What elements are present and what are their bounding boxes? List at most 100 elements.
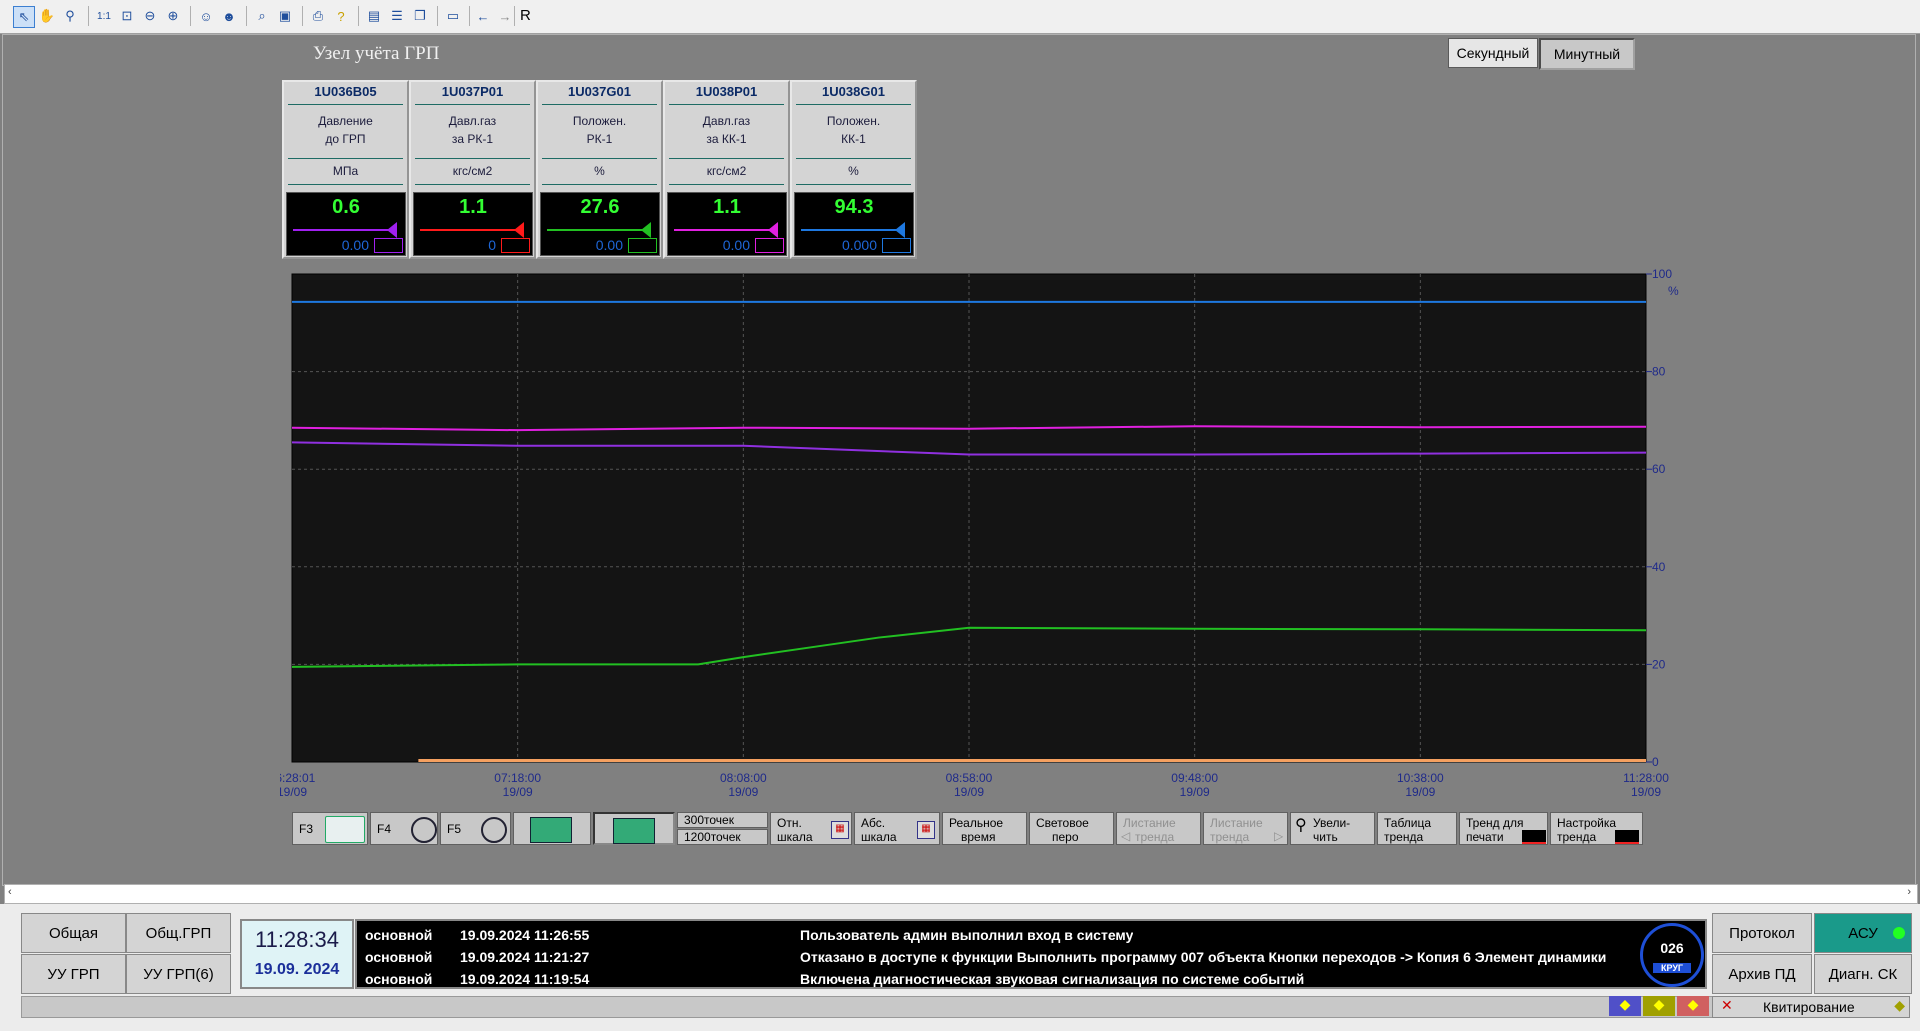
real-time-button[interactable]: Реальное время <box>942 812 1027 845</box>
marker-arrow-icon <box>895 222 905 238</box>
trend-table-label-2: тренда <box>1384 830 1424 844</box>
binoculars-icon[interactable]: ⌕ <box>252 6 272 26</box>
x-tick-date: 19/09 <box>954 785 984 799</box>
light-pen-button[interactable]: Световое перо <box>1029 812 1114 845</box>
help-icon[interactable]: ? <box>331 6 351 26</box>
sensor-value: 1.1 <box>713 196 741 218</box>
nav-uu-grp-button[interactable]: УУ ГРП <box>21 954 126 994</box>
sensor-card[interactable]: 1U037G01 Положен. РК-1 % 27.6 0.00 <box>536 80 663 259</box>
zoom-out-icon[interactable]: ⊖ <box>140 6 160 26</box>
y-tick-label: 0 <box>1652 755 1659 769</box>
trend-mini-icon[interactable] <box>501 238 530 253</box>
users-icon[interactable]: ☺ <box>196 6 216 26</box>
f5-button[interactable]: F5 <box>440 812 511 845</box>
sensor-tag: 1U037G01 <box>568 84 631 99</box>
sensor-description: Давление до ГРП <box>318 114 373 146</box>
sound-icon[interactable]: ◆ <box>1643 996 1675 1016</box>
trend-mini-icon[interactable] <box>628 238 657 253</box>
krug-value: 026 <box>1660 940 1684 956</box>
sensor-card[interactable]: 1U038P01 Давл.газ за КК-1 кгс/см2 1.1 0.0… <box>663 80 790 259</box>
horizontal-scrollbar[interactable]: ‹ › <box>4 884 1918 904</box>
clock-date: 19.09. 2024 <box>254 961 340 978</box>
sensor-card[interactable]: 1U037P01 Давл.газ за РК-1 кгс/см2 1.1 0 <box>409 80 536 259</box>
pointer-icon[interactable]: ⇖ <box>13 6 35 28</box>
sound-icon[interactable]: ◆ <box>1609 996 1641 1016</box>
trend-mini-icon[interactable] <box>755 238 784 253</box>
sensor-unit: кгс/см2 <box>706 164 747 178</box>
absolute-scale-button[interactable]: Абс. шкала ▦ <box>854 812 940 845</box>
windows-icon[interactable]: ❐ <box>410 6 430 26</box>
protocol-button[interactable]: Протокол <box>1712 913 1812 953</box>
trend-table-button[interactable]: Таблица тренда <box>1377 812 1457 845</box>
sensor-display: 1.1 0 <box>413 192 533 256</box>
print-trend-label-2: печати <box>1466 830 1504 844</box>
trend-view-button-2[interactable] <box>593 812 675 845</box>
asu-label: АСУ <box>1848 924 1878 942</box>
nav-general-button[interactable]: Общая <box>21 913 126 953</box>
trend-window-icon <box>530 817 572 843</box>
r-button[interactable]: R <box>520 7 531 24</box>
window-icon[interactable]: ▣ <box>275 6 295 26</box>
scroll-left-icon[interactable]: ‹ <box>8 886 12 898</box>
seconds-mode-button[interactable]: Секундный <box>1448 38 1538 68</box>
x-tick-label: 08:08:00 <box>720 771 767 785</box>
f4-button[interactable]: F4 <box>370 812 438 845</box>
x-tick-label: 10:38:00 <box>1397 771 1444 785</box>
f3-button[interactable]: F3 <box>292 812 368 845</box>
display-icon[interactable]: ▭ <box>443 6 463 26</box>
x-tick-date: 19/09 <box>1180 785 1210 799</box>
trend-mini-icon[interactable] <box>374 238 403 253</box>
sound-icon[interactable]: ◆ <box>1677 996 1709 1016</box>
zoom-fit-icon[interactable]: ⊡ <box>117 6 137 26</box>
print-icon[interactable]: ⎙ <box>308 6 328 26</box>
zoom-in-button[interactable]: ⚲ Увели- чить <box>1290 812 1375 845</box>
rows-icon[interactable]: ☰ <box>387 6 407 26</box>
ack-button[interactable]: ✕ Квитирование ◆ <box>1712 996 1910 1018</box>
trend-view-button-1[interactable] <box>513 812 591 845</box>
layout-icon[interactable]: ▤ <box>364 6 384 26</box>
nav-general-grp-button[interactable]: Общ.ГРП <box>126 913 231 953</box>
sensor-unit: % <box>594 164 605 178</box>
hand-icon[interactable]: ✋ <box>37 6 57 26</box>
minutes-mode-button[interactable]: Минутный <box>1539 38 1635 70</box>
scroll-right-icon[interactable]: › <box>1907 886 1911 898</box>
nav-uu-grp6-button[interactable]: УУ ГРП(6) <box>126 954 231 994</box>
scroll-trend-back-button[interactable]: Листание тренда ◁ <box>1116 812 1201 845</box>
app-toolbar: ⇖ ✋ ⚲ 1:1 ⊡ ⊖ ⊕ ☺ ☻ ⌕ ▣ ⎙ ? ▤ ☰ ❐ ▭ ← → … <box>0 0 1920 34</box>
event-source: основной <box>365 971 433 987</box>
diag-button[interactable]: Диагн. СК <box>1814 954 1912 994</box>
back-arrow-icon[interactable]: ← <box>473 6 493 26</box>
event-text: Пользователь админ выполнил вход в систе… <box>800 927 1134 943</box>
1200-points-option[interactable]: 1200точек <box>677 829 768 845</box>
sensor-scale-bar <box>801 229 905 231</box>
sensor-description: Давл.газ за КК-1 <box>702 114 751 146</box>
f5-label: F5 <box>447 822 462 836</box>
actual-size-icon[interactable]: 1:1 <box>94 6 114 26</box>
trend-settings-button[interactable]: Настройка тренда <box>1550 812 1643 845</box>
y-tick-label: 60 <box>1652 462 1666 476</box>
scroll-trend-forward-button[interactable]: Листание тренда ▷ <box>1203 812 1288 845</box>
magnifier-icon: ⚲ <box>1295 817 1307 834</box>
x-tick-date: 19/09 <box>503 785 533 799</box>
asu-button[interactable]: АСУ <box>1814 913 1912 953</box>
relative-scale-button[interactable]: Отн. шкала ▦ <box>770 812 852 845</box>
forward-arrow-icon[interactable]: → <box>495 6 515 26</box>
sensor-unit: % <box>848 164 859 178</box>
sensor-card[interactable]: 1U038G01 Положен. КК-1 % 94.3 0.000 <box>790 80 917 259</box>
300-points-option[interactable]: 300точек <box>677 812 768 828</box>
y-tick-label: 80 <box>1652 365 1666 379</box>
print-trend-button[interactable]: Тренд для печати <box>1459 812 1548 845</box>
archive-button[interactable]: Архив ПД <box>1712 954 1812 994</box>
user-edit-icon[interactable]: ☻ <box>219 6 239 26</box>
sensor-description: Давл.газ за РК-1 <box>448 114 497 146</box>
trend-mini-icon[interactable] <box>882 238 911 253</box>
clock-time: 11:28:34 <box>254 927 339 952</box>
zoom-in-icon[interactable]: ⊕ <box>163 6 183 26</box>
absolute-scale-label-2: шкала <box>861 830 897 844</box>
trend-table-label: Таблица <box>1384 816 1432 830</box>
marker-arrow-icon <box>387 222 397 238</box>
magnifier-icon[interactable]: ⚲ <box>60 6 80 26</box>
sensor-unit: МПа <box>332 164 359 178</box>
sensor-min-value: 0.00 <box>722 237 750 253</box>
sensor-card[interactable]: 1U036B05 Давление до ГРП МПа 0.6 0.00 <box>282 80 409 259</box>
